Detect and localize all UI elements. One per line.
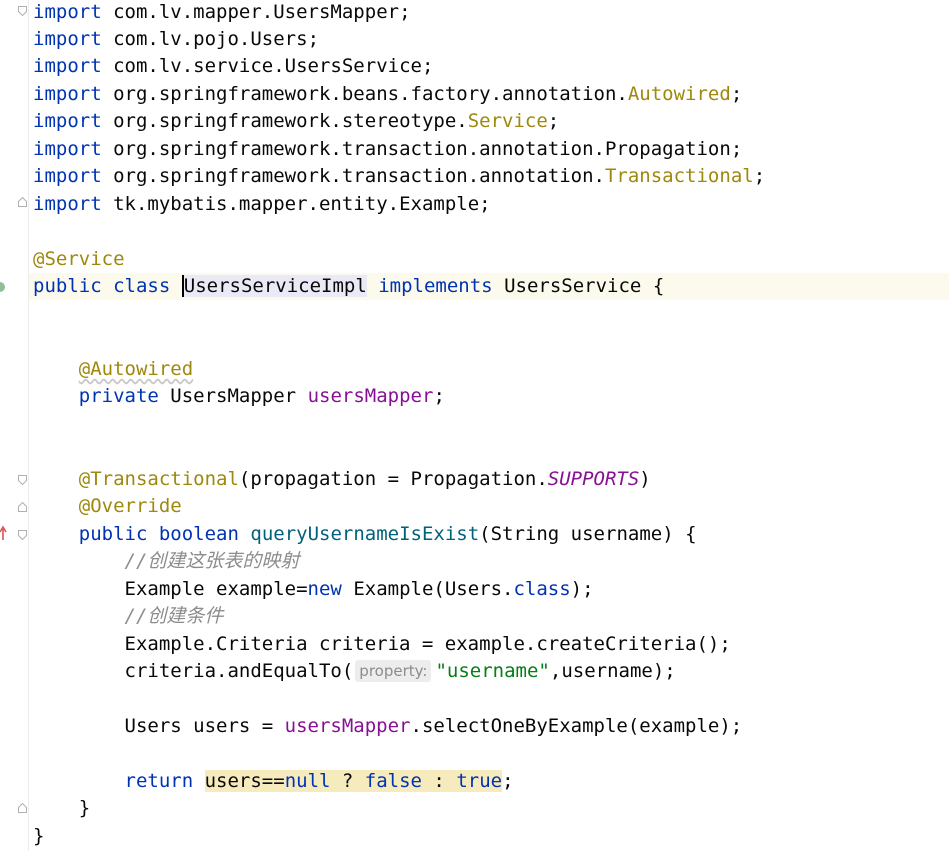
fold-marker-icon[interactable]: [18, 502, 27, 512]
code-line[interactable]: criteria.andEqualTo(property: "username",…: [33, 658, 949, 685]
editor-gutter[interactable]: [0, 0, 28, 851]
fold-marker-icon[interactable]: [18, 197, 27, 207]
import-line[interactable]: import org.springframework.beans.factory…: [33, 81, 949, 108]
comment-line[interactable]: //创建这张表的映射: [33, 548, 949, 575]
fold-marker-icon[interactable]: [18, 803, 27, 813]
fold-marker-icon[interactable]: [18, 530, 27, 540]
gutter-separator: [28, 0, 29, 851]
import-line[interactable]: import org.springframework.transaction.a…: [33, 163, 949, 190]
class-name[interactable]: UsersServiceImpl: [181, 275, 367, 297]
method-close-line[interactable]: }: [33, 795, 949, 822]
code-line[interactable]: Example.Criteria criteria = example.crea…: [33, 631, 949, 658]
field-annotation-line[interactable]: @Autowired: [33, 356, 949, 383]
import-line[interactable]: import tk.mybatis.mapper.entity.Example;: [33, 191, 949, 218]
code-line[interactable]: Example example=new Example(Users.class)…: [33, 576, 949, 603]
override-arrow-icon[interactable]: [0, 524, 10, 547]
method-signature-line[interactable]: public boolean queryUsernameIsExist(Stri…: [33, 521, 949, 548]
import-line[interactable]: import com.lv.mapper.UsersMapper;: [33, 0, 949, 26]
override-annotation-line[interactable]: @Override: [33, 493, 949, 520]
parameter-hint: property:: [355, 660, 432, 682]
comment-line[interactable]: //创建条件: [33, 603, 949, 630]
code-line[interactable]: Users users = usersMapper.selectOneByExa…: [33, 713, 949, 740]
method-annotation-line[interactable]: @Transactional(propagation = Propagation…: [33, 466, 949, 493]
implementation-marker-icon[interactable]: [0, 278, 8, 301]
fold-marker-icon[interactable]: [18, 475, 27, 485]
field-declaration-line[interactable]: private UsersMapper usersMapper;: [33, 383, 949, 410]
import-line[interactable]: import org.springframework.stereotype.Se…: [33, 108, 949, 135]
import-line[interactable]: import com.lv.pojo.Users;: [33, 26, 949, 53]
import-line[interactable]: import com.lv.service.UsersService;: [33, 53, 949, 80]
class-close-line[interactable]: }: [33, 823, 949, 850]
inspection-highlight[interactable]: users==null ? false : true: [204, 770, 503, 792]
import-line[interactable]: import org.springframework.transaction.a…: [33, 136, 949, 163]
class-declaration-line[interactable]: public class UsersServiceImpl implements…: [29, 273, 949, 300]
fold-marker-icon[interactable]: [18, 6, 27, 16]
class-annotation-line[interactable]: @Service: [33, 246, 949, 273]
return-line[interactable]: return users==null ? false : true;: [33, 768, 949, 795]
